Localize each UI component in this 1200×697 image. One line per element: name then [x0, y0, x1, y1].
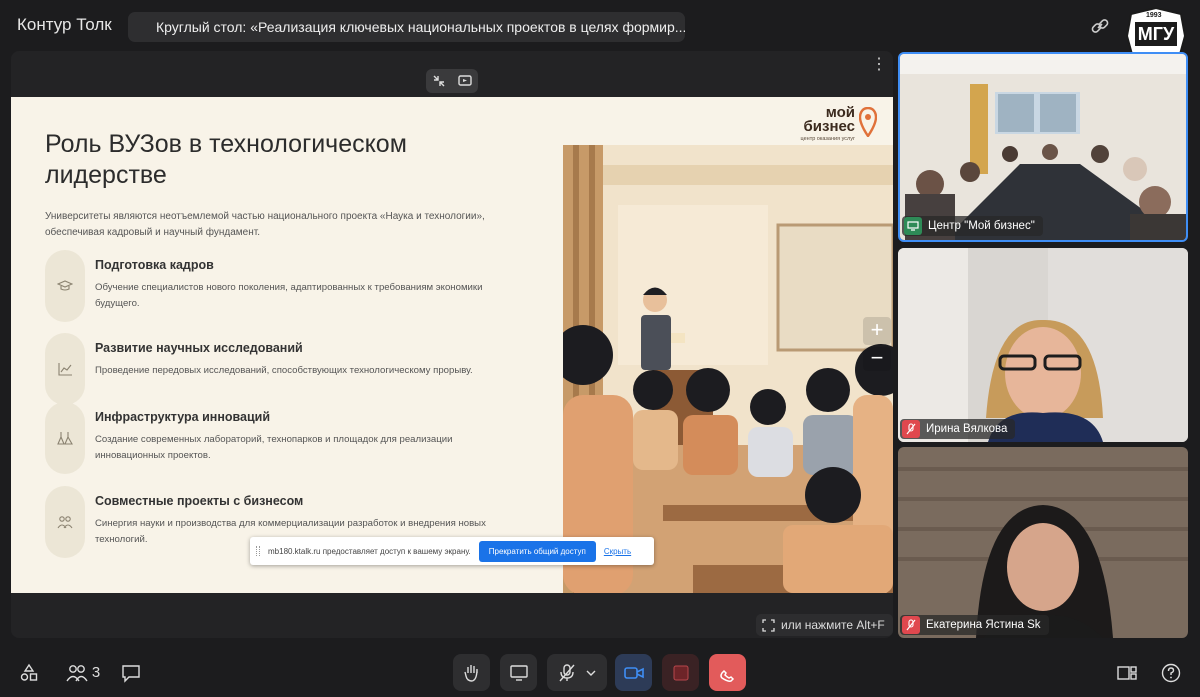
chat-button[interactable] — [112, 654, 149, 691]
slide-item-heading: Развитие научных исследований — [95, 341, 303, 355]
participant-video — [898, 447, 1188, 638]
help-icon — [1161, 663, 1180, 682]
screen-share-notification: mb180.ktalk.ru предоставляет доступ к ва… — [250, 537, 654, 565]
app-title: Контур Толк — [17, 15, 112, 34]
help-button[interactable] — [1152, 654, 1189, 691]
copy-link-icon[interactable] — [1090, 16, 1110, 36]
slide-title: Роль ВУЗов в технологическом лидерстве — [45, 130, 407, 189]
participant-video — [900, 54, 1186, 240]
monitor-icon — [509, 664, 528, 681]
top-bar: Контур Толк Круглый стол: «Реализация кл… — [0, 0, 1200, 70]
participant-name: Екатерина Ястина Sk — [926, 619, 1041, 631]
moy-biznes-logo-line2: бизнес — [803, 118, 856, 135]
zoom-in-button[interactable]: + — [863, 317, 891, 345]
mic-muted-icon — [559, 663, 575, 681]
participant-name-tag: Центр "Мой бизнес" — [902, 216, 1043, 236]
camera-button[interactable] — [615, 654, 652, 691]
fullscreen-shortcut-hint[interactable]: или нажмите Alt+F — [756, 614, 893, 636]
flask-icon — [45, 402, 85, 474]
participant-name-tag: Екатерина Ястина Sk — [900, 615, 1049, 635]
slide-item-text: Создание современных лабораторий, техноп… — [95, 434, 453, 461]
slide-item-text: Проведение передовых исследований, спосо… — [95, 365, 473, 376]
mgu-logo-text: МГУ — [1137, 24, 1175, 44]
camera-icon — [623, 666, 644, 679]
stage-menu-icon[interactable]: ⋮ — [871, 57, 887, 75]
chat-icon — [121, 664, 140, 683]
lecture-hall-illustration — [563, 145, 893, 593]
participant-tile[interactable]: Екатерина Ястина Sk — [898, 447, 1188, 638]
mgu-logo-year: 1993 — [1146, 12, 1162, 19]
screen-share-indicator-icon — [904, 217, 922, 235]
fullscreen-icon — [762, 618, 775, 632]
microphone-button[interactable] — [547, 654, 607, 691]
layout-button[interactable] — [1108, 654, 1145, 691]
moy-biznes-logo-sub: центр оказания услуг — [800, 136, 855, 142]
participant-tile[interactable]: Центр "Мой бизнес" — [898, 52, 1188, 242]
shapes-icon — [20, 663, 37, 681]
presentation-slide: Роль ВУЗов в технологическом лидерстве У… — [11, 97, 893, 593]
participant-name: Центр "Мой бизнес" — [928, 220, 1035, 232]
slide-item-text: Обучение специалистов нового поколения, … — [95, 282, 483, 309]
participants-count: 3 — [91, 664, 101, 681]
stop-record-icon — [673, 665, 688, 680]
graduation-cap-icon — [45, 250, 85, 322]
phone-hangup-icon — [719, 664, 736, 682]
layout-icon — [1116, 665, 1137, 680]
share-drag-handle-icon[interactable] — [256, 546, 260, 556]
mic-muted-icon — [902, 420, 920, 438]
people-icon — [66, 664, 88, 681]
people-icon — [45, 486, 85, 558]
slide-item-heading: Совместные проекты с бизнесом — [95, 494, 304, 508]
participant-name: Ирина Вялкова — [926, 423, 1008, 435]
hand-icon — [463, 664, 478, 682]
location-pin-icon — [859, 107, 877, 137]
exit-fullscreen-icon[interactable] — [431, 73, 447, 89]
slide-item-heading: Подготовка кадров — [95, 258, 214, 272]
participant-name-tag: Ирина Вялкова — [900, 419, 1016, 439]
stage-controls — [426, 69, 478, 93]
chart-icon — [45, 333, 85, 405]
participant-video — [898, 248, 1188, 442]
moy-biznes-logo: мой бизнес центр оказания услуг — [786, 105, 881, 145]
record-button[interactable] — [662, 654, 699, 691]
slide-item-heading: Инфраструктура инноваций — [95, 410, 271, 424]
zoom-out-button[interactable]: − — [863, 347, 891, 371]
mic-muted-icon — [902, 616, 920, 634]
meeting-title-pill[interactable]: Круглый стол: «Реализация ключевых нацио… — [128, 12, 685, 42]
screen-share-settings-icon[interactable] — [457, 73, 473, 89]
share-screen-button[interactable] — [500, 654, 537, 691]
shortcut-hint-text: или нажмите Alt+F — [781, 618, 885, 632]
stop-sharing-button[interactable]: Прекратить общий доступ — [478, 540, 596, 562]
chevron-down-icon[interactable] — [586, 669, 596, 677]
bottom-toolbar: 3 — [0, 645, 1200, 697]
leave-call-button[interactable] — [709, 654, 746, 691]
hide-notification-link[interactable]: Скрыть — [604, 547, 631, 556]
participants-button[interactable]: 3 — [58, 654, 108, 691]
participant-tile[interactable]: Ирина Вялкова — [898, 248, 1188, 442]
raise-hand-button[interactable] — [453, 654, 490, 691]
share-message: mb180.ktalk.ru предоставляет доступ к ва… — [268, 546, 471, 556]
apps-button[interactable] — [10, 654, 47, 691]
slide-intro: Университеты являются неотъемлемой часть… — [45, 211, 485, 238]
meeting-title: Круглый стол: «Реализация ключевых нацио… — [156, 19, 685, 35]
